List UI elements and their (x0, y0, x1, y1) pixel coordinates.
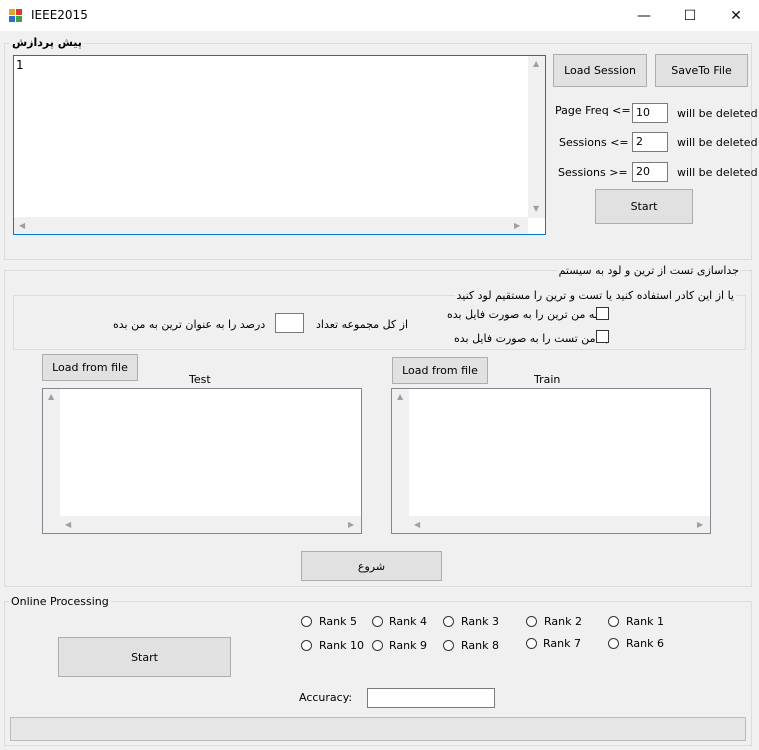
train-textarea[interactable]: ▲ ◀ ▶ (391, 388, 711, 534)
rank-8-radio[interactable] (443, 640, 454, 651)
give-test-file-label: به من تست را به صورت فایل بده (454, 332, 608, 345)
preprocess-group-label: پیش پردازش (10, 36, 84, 49)
minimize-button[interactable]: — (621, 0, 667, 31)
preprocess-log-text: 1 (16, 58, 24, 72)
rank-3-label: Rank 3 (461, 615, 499, 628)
accuracy-label: Accuracy: (299, 691, 353, 704)
rank-6-radio[interactable] (608, 638, 619, 649)
save-to-file-button[interactable]: SaveTo File (655, 54, 748, 87)
rank-4-radio[interactable] (372, 616, 383, 627)
rank-2-radio[interactable] (526, 616, 537, 627)
scroll-right-icon[interactable]: ▶ (697, 520, 703, 529)
load-train-button[interactable]: Load from file (392, 357, 488, 384)
rank-3-radio[interactable] (443, 616, 454, 627)
scroll-left-icon[interactable]: ◀ (19, 221, 25, 230)
rank-6-label: Rank 6 (626, 637, 664, 650)
train-label: Train (534, 373, 561, 386)
horizontal-scrollbar[interactable]: ◀ ▶ (14, 217, 528, 234)
horizontal-scrollbar[interactable]: ◀ ▶ (43, 516, 361, 533)
split-options-label: یا از این کادر استفاده کنید یا تست و تری… (454, 289, 736, 302)
rank-5-radio[interactable] (301, 616, 312, 627)
vertical-scrollbar[interactable]: ▲ ▼ (528, 56, 545, 218)
split-group-label: جداسازی تست از ترین و لود به سیستم (556, 264, 741, 277)
preprocess-start-button[interactable]: Start (595, 189, 693, 224)
online-group-label: Online Processing (9, 595, 111, 608)
preprocess-log-textarea[interactable]: 1 ▲ ▼ ◀ ▶ (13, 55, 546, 235)
rank-7-radio[interactable] (526, 638, 537, 649)
online-start-button[interactable]: Start (58, 637, 231, 677)
horizontal-scrollbar[interactable]: ◀ ▶ (392, 516, 710, 533)
vertical-scrollbar[interactable]: ▲ (43, 389, 60, 517)
vertical-scrollbar[interactable]: ▲ (392, 389, 409, 517)
accuracy-input[interactable] (367, 688, 495, 708)
rank-9-label: Rank 9 (389, 639, 427, 652)
page-freq-input[interactable]: 10 (632, 103, 668, 123)
sessions-le-input[interactable]: 2 (632, 132, 668, 152)
scroll-left-icon[interactable]: ◀ (65, 520, 71, 529)
rank-5-label: Rank 5 (319, 615, 357, 628)
maximize-button[interactable]: ☐ (667, 0, 713, 31)
window-title: IEEE2015 (31, 8, 88, 22)
give-train-file-label: به من ترین را به صورت فایل بده (447, 308, 598, 321)
progress-bar (10, 717, 746, 741)
give-test-file-checkbox[interactable] (596, 330, 609, 343)
scroll-right-icon[interactable]: ▶ (348, 520, 354, 529)
sessions-ge-deleted-label: will be deleted (677, 166, 758, 179)
sessions-le-label: Sessions <= : (559, 136, 636, 149)
scroll-down-icon[interactable]: ▼ (533, 204, 539, 213)
rank-9-radio[interactable] (372, 640, 383, 651)
scroll-up-icon[interactable]: ▲ (533, 59, 539, 68)
sessions-le-deleted-label: will be deleted (677, 136, 758, 149)
test-textarea[interactable]: ▲ ◀ ▶ (42, 388, 362, 534)
rank-8-label: Rank 8 (461, 639, 499, 652)
scroll-left-icon[interactable]: ◀ (414, 520, 420, 529)
rank-4-label: Rank 4 (389, 615, 427, 628)
give-train-file-checkbox[interactable] (596, 307, 609, 320)
from-total-label: از کل مجموعه تعداد (316, 318, 409, 331)
scroll-up-icon[interactable]: ▲ (48, 392, 54, 401)
title-bar[interactable]: IEEE2015 — ☐ ✕ (0, 0, 759, 31)
page-freq-deleted-label: will be deleted (677, 107, 758, 120)
percent-as-train-label: درصد را به عنوان ترین به من بده (113, 318, 266, 331)
rank-1-label: Rank 1 (626, 615, 664, 628)
page-freq-label: Page Freq <= : (555, 104, 638, 117)
rank-7-label: Rank 7 (543, 637, 581, 650)
rank-10-label: Rank 10 (319, 639, 364, 652)
rank-10-radio[interactable] (301, 640, 312, 651)
scroll-up-icon[interactable]: ▲ (397, 392, 403, 401)
load-test-button[interactable]: Load from file (42, 354, 138, 381)
rank-1-radio[interactable] (608, 616, 619, 627)
sessions-ge-label: Sessions >= : (558, 166, 635, 179)
app-icon (9, 9, 22, 22)
split-start-button[interactable]: شروع (301, 551, 442, 581)
close-button[interactable]: ✕ (713, 0, 759, 31)
percent-input[interactable] (275, 313, 304, 333)
scroll-right-icon[interactable]: ▶ (514, 221, 520, 230)
rank-2-label: Rank 2 (544, 615, 582, 628)
load-session-button[interactable]: Load Session (553, 54, 647, 87)
test-label: Test (189, 373, 211, 386)
sessions-ge-input[interactable]: 20 (632, 162, 668, 182)
